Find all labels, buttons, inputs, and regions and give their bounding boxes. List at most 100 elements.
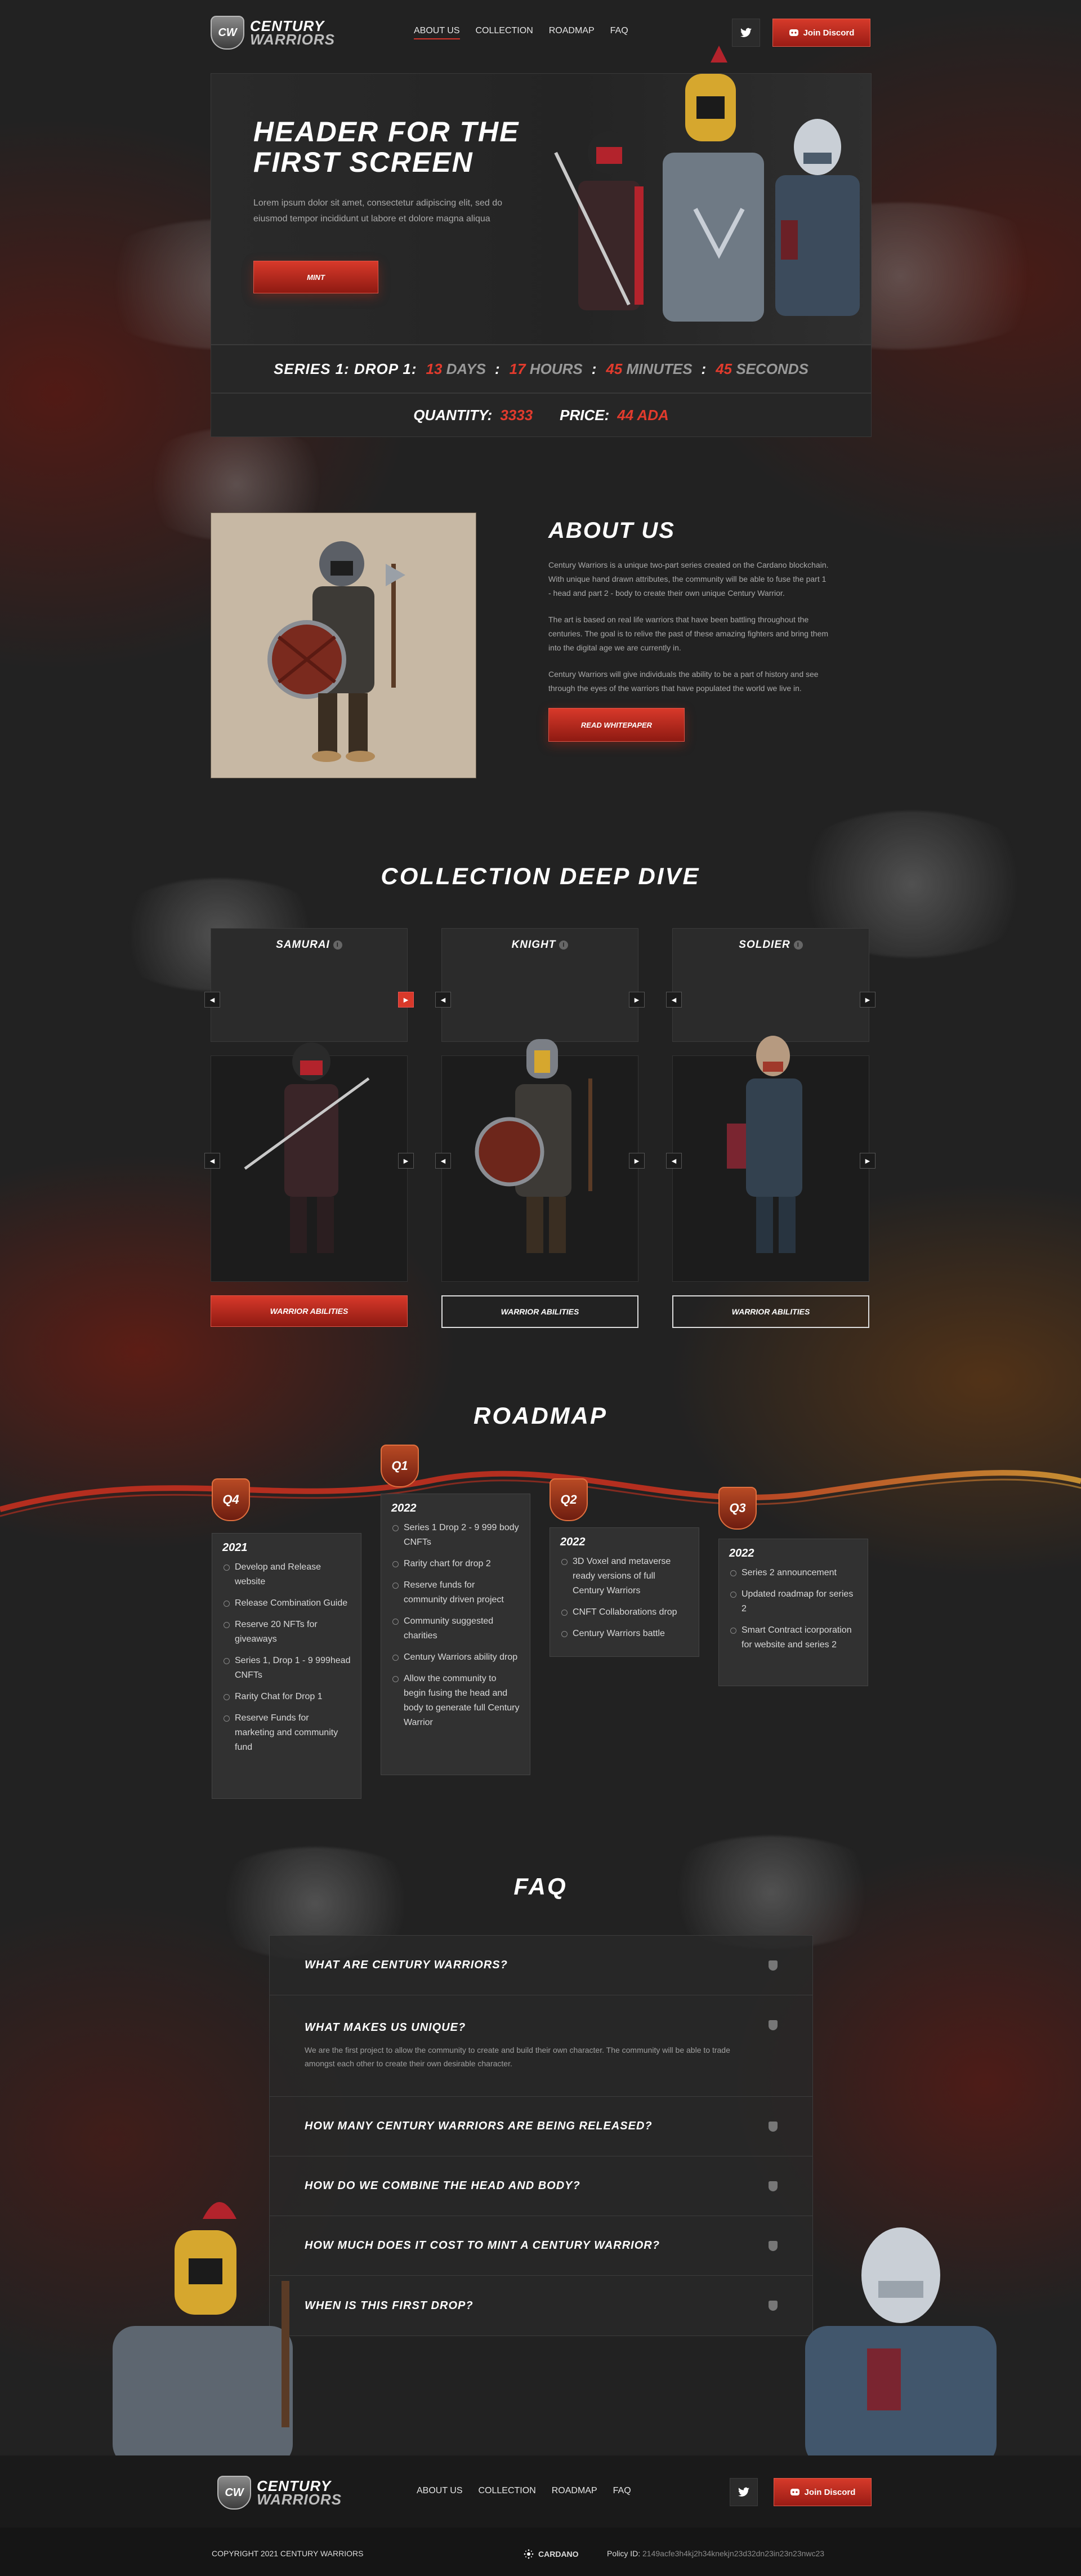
nav-link-roadmap[interactable]: ROADMAP [549, 26, 595, 39]
shield-toggle-icon[interactable] [769, 2301, 778, 2311]
about-paragraph-3: Century Warriors will give individuals t… [548, 670, 819, 693]
footer-link-roadmap[interactable]: ROADMAP [552, 2486, 597, 2496]
faq-item-open[interactable]: WHAT MAKES US UNIQUE? We are the first pr… [270, 1995, 812, 2097]
separator: : [591, 360, 597, 377]
shield-toggle-icon[interactable] [769, 2122, 778, 2132]
warrior-abilities-button[interactable]: WARRIOR ABILITIES [211, 1295, 408, 1327]
prev-arrow-button[interactable]: ◀ [204, 1153, 220, 1169]
shield-toggle-icon[interactable] [769, 2181, 778, 2191]
knight-illustration [475, 1039, 592, 1253]
discord-label: Join Discord [804, 2487, 856, 2497]
roadmap-item: Century Warriors ability drop [391, 1650, 520, 1665]
nav-link-about[interactable]: ABOUT US [414, 26, 460, 39]
card-body-slot: ◀ ▶ [666, 1036, 875, 1282]
faq-question: WHEN IS THIS FIRST DROP? [305, 2299, 474, 2312]
faq-answer: We are the first project to allow the co… [305, 2045, 730, 2068]
roadmap-item: Reserve Funds for marketing and communit… [222, 1711, 351, 1755]
cardano-label: CARDANO [538, 2550, 579, 2559]
hero-warriors-illustration [554, 46, 860, 322]
roadmap-item: 3D Voxel and metaverse ready versions of… [560, 1554, 689, 1598]
roadmap-column-q1: 2022 Series 1 Drop 2 - 9 999 body CNFTs … [381, 1494, 530, 1775]
roadmap-column-q3: 2022 Series 2 announcement Updated roadm… [718, 1539, 868, 1686]
faq-item[interactable]: HOW MANY CENTURY WARRIORS ARE BEING RELE… [270, 2097, 812, 2156]
card-name: KNIGHT [511, 939, 556, 951]
knight-card: KNIGHT i ◀ ▶ ◀ ▶ WARRIOR ABILITIES [435, 928, 645, 1328]
seconds-unit: SECONDS [736, 360, 808, 377]
faq-item[interactable]: HOW DO WE COMBINE THE HEAD AND BODY? [270, 2156, 812, 2216]
faq-question: WHAT MAKES US UNIQUE? [305, 2021, 466, 2034]
about-title: ABOUT US [548, 518, 675, 543]
footer-links: ABOUT US COLLECTION ROADMAP FAQ [417, 2486, 631, 2496]
info-icon[interactable]: i [793, 941, 803, 950]
card-name: SAMURAI [276, 939, 330, 951]
card-name: SOLDIER [739, 939, 790, 951]
roadmap-year: 2022 [729, 1547, 754, 1559]
days-unit: DAYS [446, 360, 486, 377]
faq-item[interactable]: WHAT ARE CENTURY WARRIORS? [270, 1936, 812, 1995]
quarter-badge-q4: Q4 [212, 1478, 250, 1521]
next-arrow-button[interactable]: ▶ [860, 1153, 875, 1169]
footer-link-faq[interactable]: FAQ [613, 2486, 631, 2496]
mint-button[interactable]: MINT [253, 261, 378, 293]
footer-logo[interactable]: CW CENTURY WARRIORS [217, 2476, 342, 2510]
footer-link-about[interactable]: ABOUT US [417, 2486, 463, 2496]
faq-question: WHAT ARE CENTURY WARRIORS? [305, 1959, 508, 1971]
policy-id: Policy ID: 2149acfe3h4kj2h34knekjn23d32d… [607, 2549, 824, 2558]
warrior-abilities-button[interactable]: WARRIOR ABILITIES [672, 1295, 869, 1328]
join-discord-button[interactable]: Join Discord [774, 2478, 872, 2506]
hero-body: Lorem ipsum dolor sit amet, consectetur … [253, 198, 502, 224]
discord-icon [790, 2489, 799, 2495]
roadmap-item: CNFT Collaborations drop [560, 1605, 689, 1620]
drop-countdown: SERIES 1: DROP 1: 13 DAYS : 17 HOURS : 4… [211, 345, 872, 393]
shield-toggle-icon[interactable] [769, 1960, 778, 1971]
hero-title: HEADER FOR THE FIRST SCREEN [253, 116, 520, 178]
warrior-abilities-button[interactable]: WARRIOR ABILITIES [441, 1295, 638, 1328]
roadmap-wave-line [0, 1470, 1081, 1517]
quarter-badge-q3: Q3 [718, 1487, 757, 1530]
read-whitepaper-button[interactable]: READ WHITEPAPER [548, 708, 685, 742]
supply-info: QUANTITY: 3333 PRICE: 44 ADA [211, 393, 872, 437]
prev-arrow-button[interactable]: ◀ [666, 1153, 682, 1169]
twitter-button[interactable] [730, 2478, 758, 2506]
about-section: ABOUT US Century Warriors is a unique tw… [548, 518, 830, 742]
shield-toggle-icon[interactable] [769, 2241, 778, 2251]
quarter-badge-q1: Q1 [381, 1445, 419, 1487]
roadmap-column-q2: 2022 3D Voxel and metaverse ready versio… [550, 1527, 699, 1657]
roadmap-item: Release Combination Guide [222, 1596, 351, 1611]
roadmap-item: Series 2 announcement [729, 1566, 857, 1580]
footer-bottom-bar: COPYRIGHT 2021 CENTURY WARRIORS CARDANO … [0, 2528, 1081, 2576]
quantity-label: QUANTITY: [413, 406, 493, 424]
knight-illustration [267, 541, 405, 762]
roadmap-item: Community suggested charities [391, 1614, 520, 1643]
roadmap-item: Rarity chart for drop 2 [391, 1557, 520, 1571]
policy-value[interactable]: 2149acfe3h4kj2h34knekjn23d32dn23in23n23n… [642, 2549, 824, 2558]
about-paragraph-2: The art is based on real life warriors t… [548, 615, 829, 652]
next-arrow-button[interactable]: ▶ [629, 1153, 645, 1169]
brand-logo[interactable]: CW CENTURY WARRIORS [211, 16, 335, 50]
hero-banner: HEADER FOR THE FIRST SCREEN Lorem ipsum … [211, 46, 872, 345]
footer-link-collection[interactable]: COLLECTION [479, 2486, 536, 2496]
roadmap-item: Smart Contract icorporation for website … [729, 1623, 857, 1652]
knight-figure [635, 46, 764, 322]
countdown-label: SERIES 1: DROP 1: [274, 360, 417, 377]
separator: : [494, 360, 501, 377]
info-icon[interactable]: i [559, 941, 569, 950]
next-arrow-button[interactable]: ▶ [398, 1153, 414, 1169]
brand-name: CENTURY WARRIORS [250, 17, 335, 48]
faq-question: HOW MUCH DOES IT COST TO MINT A CENTURY … [305, 2239, 660, 2252]
nav-link-collection[interactable]: COLLECTION [476, 26, 533, 39]
quarter-badge-q2: Q2 [550, 1478, 588, 1521]
copyright-text: COPYRIGHT 2021 CENTURY WARRIORS [212, 2549, 364, 2558]
separator: : [701, 360, 707, 377]
roadmap-year: 2022 [391, 1502, 417, 1514]
info-icon[interactable]: i [333, 941, 342, 950]
price-value: 44 ADA [617, 406, 669, 424]
prev-arrow-button[interactable]: ◀ [435, 1153, 451, 1169]
roadmap-item: Develop and Release website [222, 1560, 351, 1589]
faq-item[interactable]: WHEN IS THIS FIRST DROP? [270, 2276, 812, 2336]
nav-link-faq[interactable]: FAQ [610, 26, 628, 39]
samurai-illustration [244, 1042, 370, 1253]
roadmap-item: Series 1, Drop 1 - 9 999head CNFTs [222, 1654, 351, 1683]
faq-item[interactable]: HOW MUCH DOES IT COST TO MINT A CENTURY … [270, 2216, 812, 2276]
shield-toggle-icon[interactable] [769, 2020, 778, 2030]
